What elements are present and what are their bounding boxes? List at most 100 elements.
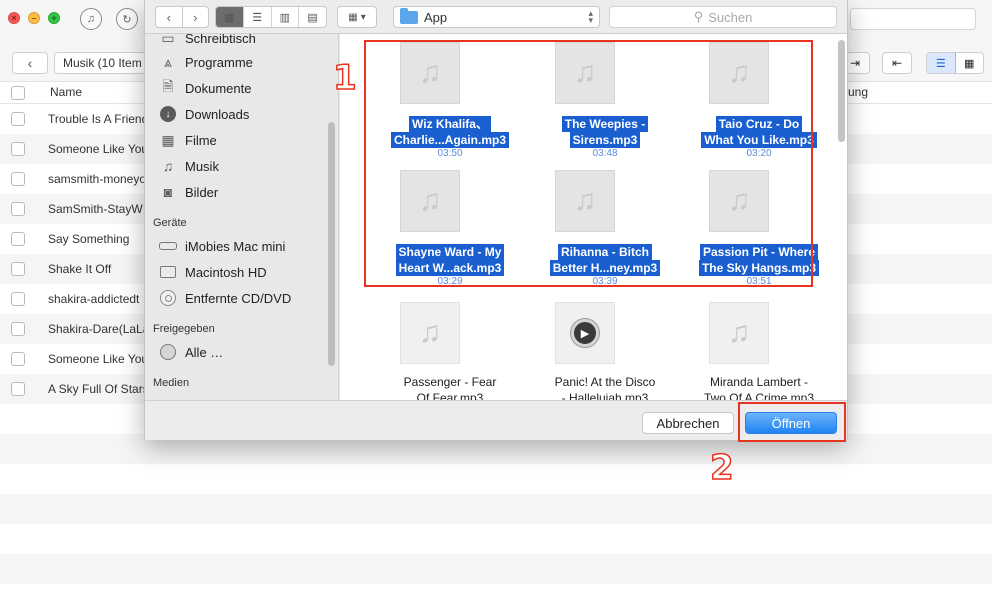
- back-nav-button[interactable]: ‹: [156, 7, 182, 27]
- refresh-button[interactable]: ↻: [116, 8, 138, 30]
- columns-icon: ▥: [279, 11, 291, 24]
- row-title: shakira-addictedt: [48, 292, 140, 306]
- dialog-toolbar: ‹ › ▦ ☰ ▥ ▤ ▦ ▾ App ▴ ▾ ⚲ Suchen: [145, 0, 847, 34]
- hard-drive-icon: [160, 266, 176, 278]
- file-name[interactable]: Panic! At the Disco - Hallelujah.mp3: [535, 374, 675, 400]
- column-header-partial[interactable]: ung: [848, 85, 868, 99]
- search-icon: ⚲: [693, 9, 704, 24]
- row-title: Someone Like You: [48, 142, 149, 156]
- row-checkbox[interactable]: [11, 232, 25, 246]
- row-title: A Sky Full Of Stars: [48, 382, 149, 396]
- forward-nav-button[interactable]: ›: [181, 7, 209, 27]
- file-thumbnail[interactable]: ♫: [709, 302, 769, 364]
- sidebar-item-label: Dokumente: [185, 80, 252, 96]
- disc-icon: [160, 290, 176, 306]
- chevron-down-icon: ▾: [360, 11, 366, 23]
- grid-icon: ▦: [224, 11, 235, 24]
- export-button[interactable]: ⇤: [882, 52, 912, 74]
- row-checkbox[interactable]: [11, 322, 25, 336]
- minimize-window-button[interactable]: –: [28, 12, 40, 24]
- row-checkbox[interactable]: [11, 262, 25, 276]
- network-icon-wrap: [159, 343, 177, 361]
- row-checkbox[interactable]: [11, 382, 25, 396]
- arrange-button[interactable]: ▦ ▾: [337, 6, 377, 28]
- coverflow-view-button[interactable]: ▤: [298, 7, 326, 27]
- sidebar-item-bilder[interactable]: ◙ Bilder: [159, 182, 218, 202]
- row-checkbox[interactable]: [11, 142, 25, 156]
- sidebar-item-filme[interactable]: ▦ Filme: [159, 130, 217, 150]
- row-checkbox[interactable]: [11, 292, 25, 306]
- mac-mini-icon: [159, 242, 177, 250]
- film-icon: ▦: [161, 131, 175, 148]
- row-title: Say Something: [48, 232, 130, 246]
- file-thumbnail[interactable]: ♫: [400, 302, 460, 364]
- row-checkbox[interactable]: [11, 172, 25, 186]
- file-thumbnail[interactable]: ▶: [555, 302, 615, 364]
- table-row: [0, 524, 992, 554]
- row-title: Trouble Is A Friend: [48, 112, 149, 126]
- row-title: Shake It Off: [48, 262, 112, 276]
- location-popup[interactable]: App ▴ ▾: [393, 6, 600, 28]
- music-note-icon: ♫: [418, 316, 442, 349]
- row-title: Someone Like You: [48, 352, 149, 366]
- list-icon: ☰: [252, 11, 263, 24]
- sidebar-heading-media: Medien: [153, 377, 190, 389]
- sidebar-item-label: Filme: [185, 132, 217, 148]
- grid-view-icon[interactable]: ▦: [956, 53, 984, 73]
- file-name[interactable]: Miranda Lambert - Two Of A Crime.mp3: [689, 374, 829, 400]
- download-icon: ↓: [160, 106, 176, 122]
- hard-drive-icon-wrap: [159, 263, 177, 281]
- file-name-line: Passenger - Fear: [403, 375, 497, 389]
- list-view-button[interactable]: ☰: [242, 7, 271, 27]
- dialog-sidebar: ▭ Schreibtisch ⩓ Programme 🗎 Dokumente ↓…: [145, 34, 339, 400]
- select-all-checkbox[interactable]: [11, 86, 25, 100]
- cancel-button[interactable]: Abbrechen: [642, 412, 734, 434]
- row-checkbox[interactable]: [11, 112, 25, 126]
- desktop-icon: ▭: [161, 34, 175, 46]
- view-mode-selector: ▦ ☰ ▥ ▤: [215, 6, 327, 28]
- close-window-button[interactable]: ×: [8, 12, 20, 24]
- list-view-icon[interactable]: ☰: [927, 53, 956, 73]
- chevron-right-icon: ›: [193, 9, 198, 25]
- zoom-window-button[interactable]: +: [48, 12, 60, 24]
- file-name[interactable]: Passenger - Fear Of Fear.mp3: [380, 374, 520, 400]
- music-note-button[interactable]: ♫: [80, 8, 102, 30]
- chevron-left-icon: ‹: [27, 55, 33, 71]
- content-scrollbar[interactable]: [838, 40, 845, 142]
- file-name-line: - Hallelujah.mp3: [561, 391, 649, 400]
- breadcrumb[interactable]: Musik (10 Item: [54, 52, 154, 74]
- location-label: App: [424, 9, 448, 25]
- sidebar-item-mac-mini[interactable]: iMobies Mac mini: [159, 236, 285, 256]
- sidebar-heading-devices: Geräte: [153, 217, 187, 229]
- sidebar-item-macintosh-hd[interactable]: Macintosh HD: [159, 262, 267, 282]
- background-search-field[interactable]: [850, 8, 976, 30]
- table-row: [0, 464, 992, 494]
- sidebar-item-musik[interactable]: ♫ Musik: [159, 156, 219, 176]
- view-toggle: ☰ ▦: [926, 52, 984, 74]
- icon-view-button[interactable]: ▦: [216, 7, 243, 27]
- sidebar-item-programme[interactable]: ⩓ Programme: [159, 52, 253, 72]
- refresh-icon: ↻: [122, 13, 132, 26]
- sidebar-item-downloads[interactable]: ↓ Downloads: [159, 104, 249, 124]
- sidebar-item-desktop[interactable]: ▭ Schreibtisch: [159, 34, 255, 48]
- row-checkbox[interactable]: [11, 352, 25, 366]
- import-icon: ⇥: [849, 56, 861, 70]
- nav-buttons: ‹ ›: [155, 6, 209, 28]
- sidebar-item-dokumente[interactable]: 🗎 Dokumente: [159, 78, 251, 98]
- sidebar-item-remote-disc[interactable]: Entfernte CD/DVD: [159, 288, 291, 308]
- table-row: [0, 554, 992, 584]
- column-view-button[interactable]: ▥: [270, 7, 299, 27]
- annotation-box-selection: [364, 40, 813, 287]
- sidebar-item-label: Downloads: [185, 106, 250, 122]
- search-field[interactable]: ⚲ Suchen: [609, 6, 837, 28]
- sidebar-scrollbar[interactable]: [328, 122, 335, 366]
- annotation-step-1: 1: [332, 57, 357, 99]
- back-button[interactable]: ‹: [12, 52, 48, 74]
- row-checkbox[interactable]: [11, 202, 25, 216]
- column-header-name[interactable]: Name: [50, 85, 82, 99]
- sidebar-item-label: iMobies Mac mini: [185, 238, 286, 254]
- disc-icon-wrap: [159, 289, 177, 307]
- mac-mini-icon-wrap: [159, 237, 177, 255]
- sidebar-item-all-shared[interactable]: Alle …: [159, 342, 223, 362]
- export-icon: ⇤: [891, 56, 903, 70]
